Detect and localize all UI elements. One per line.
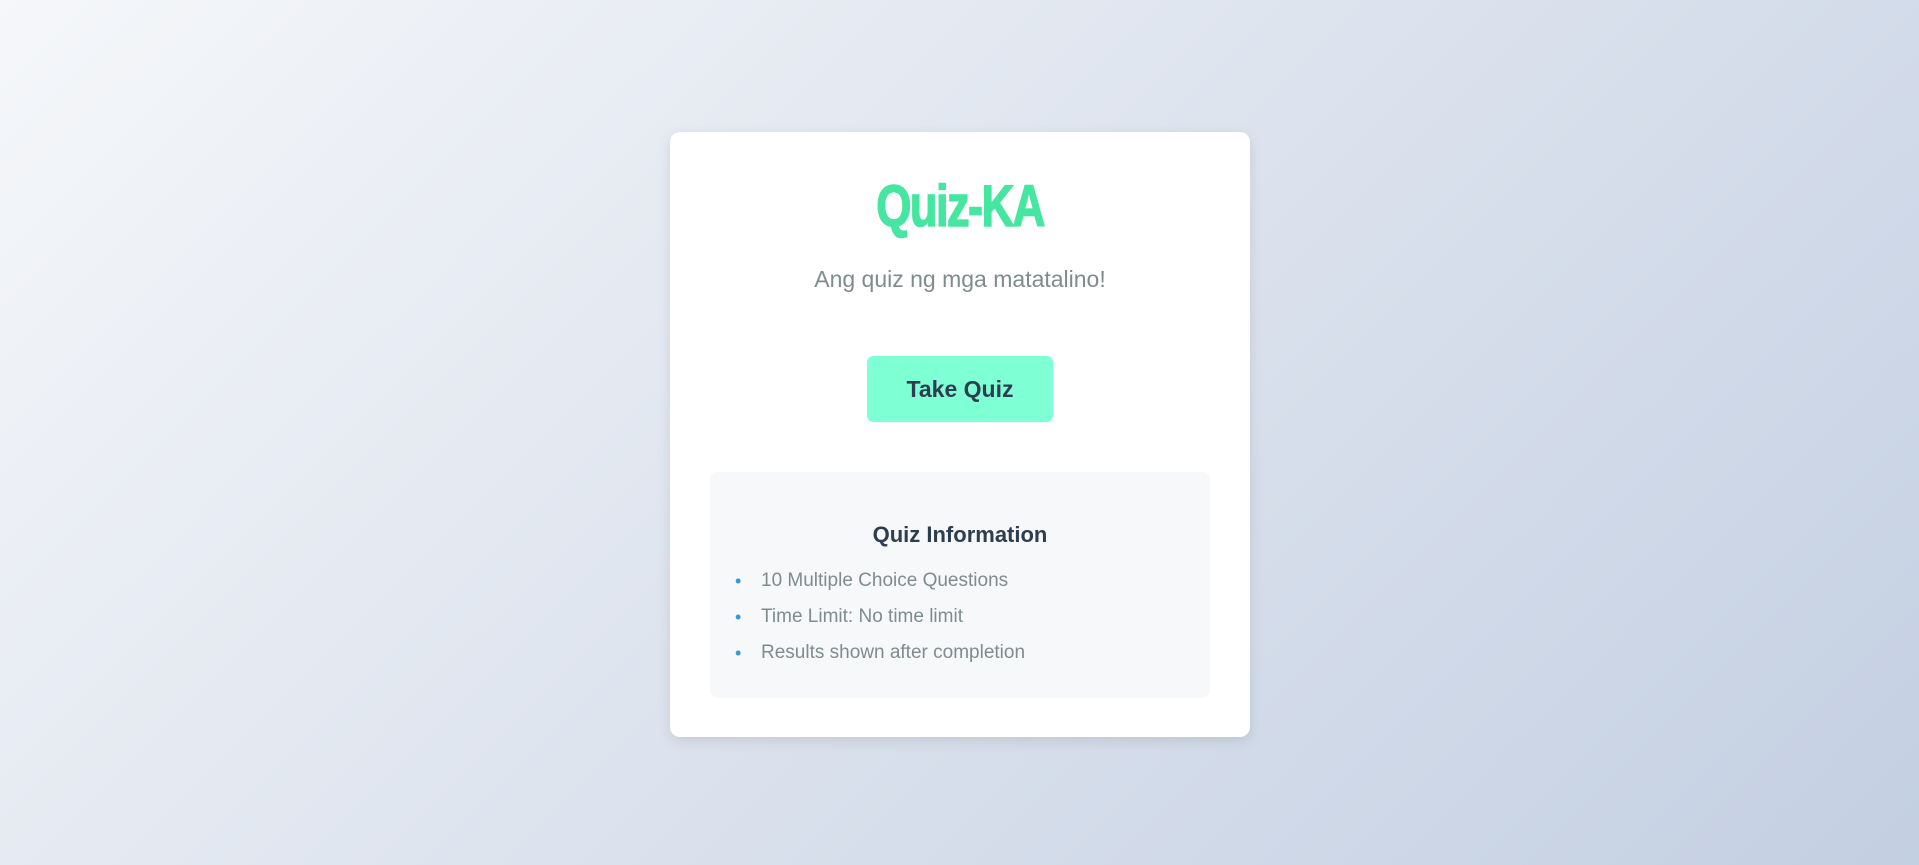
list-item: • Time Limit: No time limit <box>735 599 1025 635</box>
list-item: • 10 Multiple Choice Questions <box>735 563 1025 599</box>
list-item-text: Time Limit: No time limit <box>761 606 963 627</box>
quiz-info-heading: Quiz Information <box>872 522 1048 547</box>
bullet-dot-icon: • <box>735 606 742 627</box>
app-title: Quiz-KA <box>876 173 1046 240</box>
quiz-card: Quiz-KA Ang quiz ng mga matatalino! Take… <box>670 132 1250 737</box>
list-item-text: Results shown after completion <box>761 642 1026 663</box>
quiz-info-panel: Quiz Information • 10 Multiple Choice Qu… <box>710 472 1210 698</box>
list-item: • Results shown after completion <box>735 635 1025 671</box>
take-quiz-button[interactable]: Take Quiz <box>867 356 1053 422</box>
bullet-dot-icon: • <box>735 642 742 663</box>
bullet-dot-icon: • <box>735 570 742 591</box>
quiz-info-list: • 10 Multiple Choice Questions • Time Li… <box>735 563 1025 671</box>
list-item-text: 10 Multiple Choice Questions <box>761 570 1009 591</box>
app-subtitle: Ang quiz ng mga matatalino! <box>814 266 1106 292</box>
